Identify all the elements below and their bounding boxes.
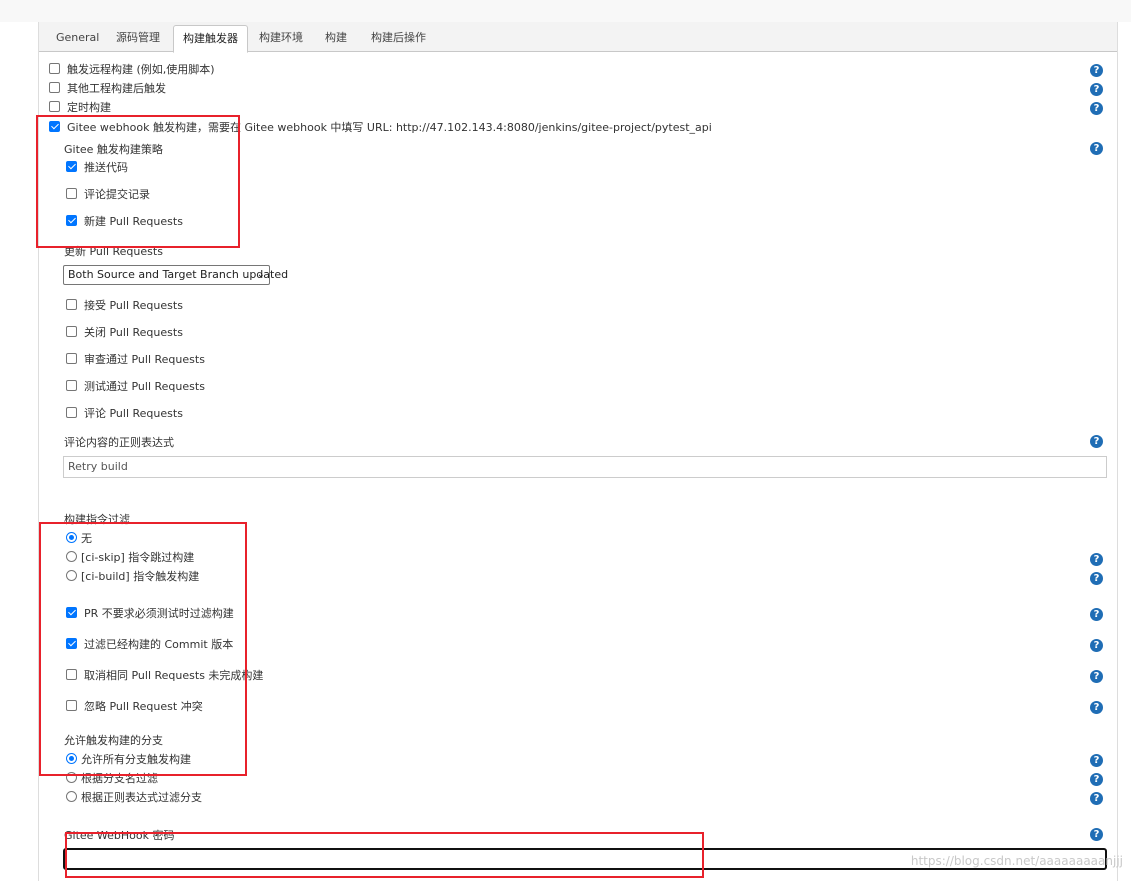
trigger-after-other-label: 其他工程构建后触发 bbox=[67, 82, 166, 95]
strategy-close-pr-label: 关闭 Pull Requests bbox=[84, 326, 183, 339]
trigger-after-other[interactable]: 其他工程构建后触发 bbox=[49, 81, 166, 97]
help-branch-all-icon[interactable]: ? bbox=[1090, 754, 1103, 767]
tab-general[interactable]: General bbox=[47, 26, 108, 50]
strategy-review-pr[interactable]: 审查通过 Pull Requests bbox=[66, 352, 205, 368]
comment-regex-label: 评论内容的正则表达式 bbox=[64, 436, 174, 449]
annotation-box-strategy bbox=[36, 115, 240, 248]
help-after-other-icon[interactable]: ? bbox=[1090, 83, 1103, 96]
top-strip bbox=[0, 0, 1131, 22]
trigger-timer-checkbox[interactable] bbox=[49, 101, 60, 112]
tab-build-env[interactable]: 构建环境 bbox=[250, 26, 312, 50]
tab-build[interactable]: 构建 bbox=[316, 26, 356, 50]
strategy-close-pr[interactable]: 关闭 Pull Requests bbox=[66, 325, 183, 341]
strategy-test-pr-checkbox[interactable] bbox=[66, 380, 77, 391]
strategy-comment-pr-label: 评论 Pull Requests bbox=[84, 407, 183, 420]
chevron-down-icon: ⌄ bbox=[256, 269, 265, 280]
annotation-box-secret bbox=[65, 832, 704, 878]
help-ci-skip-icon[interactable]: ? bbox=[1090, 553, 1103, 566]
strategy-close-pr-checkbox[interactable] bbox=[66, 326, 77, 337]
strategy-comment-pr-checkbox[interactable] bbox=[66, 407, 77, 418]
help-remote-icon[interactable]: ? bbox=[1090, 64, 1103, 77]
help-cancel-same-icon[interactable]: ? bbox=[1090, 670, 1103, 683]
help-branch-regex-icon[interactable]: ? bbox=[1090, 792, 1103, 805]
help-comment-regex-icon[interactable]: ? bbox=[1090, 435, 1103, 448]
help-branch-name-icon[interactable]: ? bbox=[1090, 773, 1103, 786]
help-timer-icon[interactable]: ? bbox=[1090, 102, 1103, 115]
help-ci-build-icon[interactable]: ? bbox=[1090, 572, 1103, 585]
branch-by-regex-radio[interactable] bbox=[66, 791, 77, 802]
strategy-accept-pr[interactable]: 接受 Pull Requests bbox=[66, 298, 183, 314]
trigger-timer[interactable]: 定时构建 bbox=[49, 100, 111, 116]
strategy-accept-pr-label: 接受 Pull Requests bbox=[84, 299, 183, 312]
trigger-remote[interactable]: 触发远程构建 (例如,使用脚本) bbox=[49, 62, 215, 78]
tab-build-triggers[interactable]: 构建触发器 bbox=[173, 25, 248, 53]
strategy-comment-pr[interactable]: 评论 Pull Requests bbox=[66, 406, 183, 422]
tab-scm[interactable]: 源码管理 bbox=[107, 26, 169, 50]
annotation-box-filters bbox=[39, 522, 247, 776]
branch-by-regex[interactable]: 根据正则表达式过滤分支 bbox=[66, 790, 202, 806]
trigger-remote-label: 触发远程构建 (例如,使用脚本) bbox=[67, 63, 215, 76]
strategy-test-pr[interactable]: 测试通过 Pull Requests bbox=[66, 379, 205, 395]
trigger-remote-checkbox[interactable] bbox=[49, 63, 60, 74]
strategy-review-pr-checkbox[interactable] bbox=[66, 353, 77, 364]
update-pr-select[interactable]: Both Source and Target Branch updated ⌄ bbox=[63, 265, 288, 285]
update-pr-select-value: Both Source and Target Branch updated bbox=[68, 268, 289, 281]
tab-bar: General 源码管理 构建触发器 构建环境 构建 构建后操作 bbox=[39, 22, 1117, 53]
help-secret-icon[interactable]: ? bbox=[1090, 828, 1103, 841]
strategy-test-pr-label: 测试通过 Pull Requests bbox=[84, 380, 205, 393]
comment-regex-input[interactable]: Retry build bbox=[63, 456, 1107, 478]
help-ignore-conflict-icon[interactable]: ? bbox=[1090, 701, 1103, 714]
strategy-review-pr-label: 审查通过 Pull Requests bbox=[84, 353, 205, 366]
watermark: https://blog.csdn.net/aaaaaaaaanjjj bbox=[910, 854, 1123, 868]
tab-post-build[interactable]: 构建后操作 bbox=[362, 26, 435, 50]
help-pr-no-test-icon[interactable]: ? bbox=[1090, 608, 1103, 621]
trigger-timer-label: 定时构建 bbox=[67, 101, 111, 114]
help-strategy-icon[interactable]: ? bbox=[1090, 142, 1103, 155]
strategy-accept-pr-checkbox[interactable] bbox=[66, 299, 77, 310]
branch-by-regex-label: 根据正则表达式过滤分支 bbox=[81, 791, 202, 804]
trigger-after-other-checkbox[interactable] bbox=[49, 82, 60, 93]
help-filter-commit-icon[interactable]: ? bbox=[1090, 639, 1103, 652]
